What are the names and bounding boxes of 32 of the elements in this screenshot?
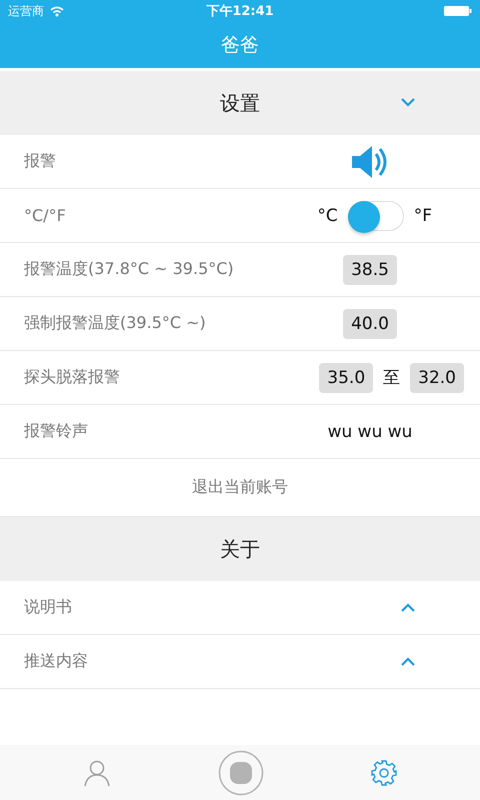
battery-icon [444,5,472,17]
unit-label: °C [317,206,338,226]
setting-label: 强制报警温度(39.5°C ~) [24,313,207,334]
section-title: 关于 [220,536,260,562]
unit-switch[interactable] [348,200,404,230]
setting-label: 报警 [24,151,57,172]
chevron-up-icon[interactable] [400,602,416,614]
chevron-up-icon[interactable] [400,656,416,668]
setting-label: 报警温度(37.8°C ~ 39.5°C) [24,259,235,280]
wifi-icon [50,6,64,16]
setting-label: °C/°F [24,206,67,225]
unit-label: °F [414,206,432,226]
setting-label: 探头脱落报警 [24,367,121,388]
value-field[interactable]: 38.5 [343,254,397,284]
value-field[interactable]: 32.0 [410,362,464,392]
person-icon[interactable] [83,758,112,786]
section-title: 设置 [220,90,260,116]
ringtone-value[interactable]: wu wu wu [328,422,412,442]
chevron-down-icon[interactable] [400,96,416,108]
value-field[interactable]: 35.0 [319,362,374,392]
carrier-name: 运营商 [8,2,44,20]
settings-icon[interactable] [370,760,397,786]
setting-label: 推送内容 [24,651,89,672]
section-header[interactable]: 关于 [0,517,480,581]
logout-button[interactable]: 退出当前账号 [186,473,294,502]
setting-label: 说明书 [24,597,73,618]
section-header[interactable]: 设置 [0,71,480,135]
value-field[interactable]: 40.0 [343,308,397,338]
status-time: 下午12:41 [206,3,274,20]
range-separator: 至 [383,367,400,389]
setting-label: 报警铃声 [24,421,89,442]
record-icon[interactable] [218,750,264,796]
